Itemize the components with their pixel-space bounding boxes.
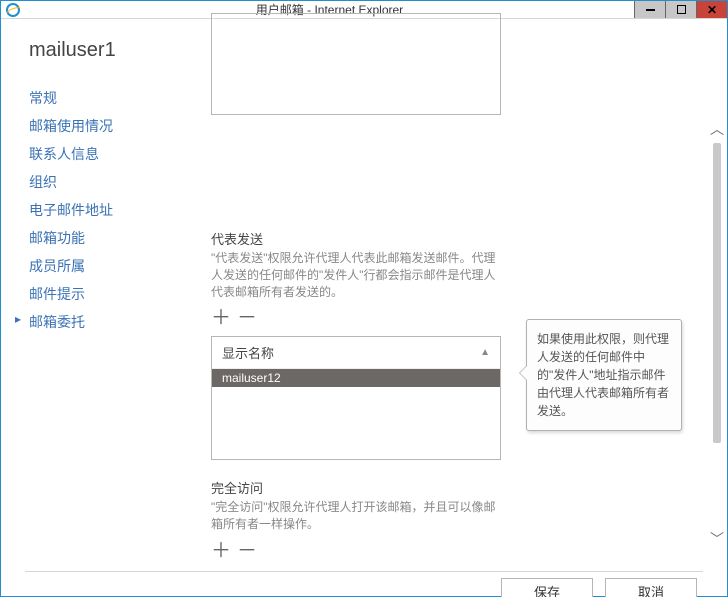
content-pane: 代表发送 "代表发送"权限允许代理人代表此邮箱发送邮件。代理人发送的任何邮件的"…: [201, 19, 727, 571]
nav-email[interactable]: 电子邮件地址: [29, 196, 201, 224]
full-access-remove-button[interactable]: －: [237, 541, 257, 561]
full-access-section: 完全访问 "完全访问"权限允许代理人打开该邮箱，并且可以像邮箱所有者一样操作。 …: [211, 478, 503, 561]
window-controls: ✕: [634, 1, 727, 18]
send-on-behalf-title: 代表发送: [211, 229, 503, 248]
minimize-button[interactable]: [634, 1, 665, 18]
close-button[interactable]: ✕: [696, 1, 727, 18]
scroll-thumb[interactable]: [713, 143, 721, 443]
scrollbar[interactable]: ︿ ﹀: [709, 119, 725, 549]
save-button[interactable]: 保存: [501, 578, 593, 597]
maximize-icon: [677, 5, 686, 14]
app-icon-slot: [1, 1, 25, 18]
full-access-controls: ＋ －: [211, 541, 503, 561]
list-item-selected[interactable]: mailuser12: [212, 369, 500, 387]
nav-org[interactable]: 组织: [29, 168, 201, 196]
nav-mailtips[interactable]: 邮件提示: [29, 280, 201, 308]
send-on-behalf-desc: "代表发送"权限允许代理人代表此邮箱发送邮件。代理人发送的任何邮件的"发件人"行…: [211, 250, 503, 300]
nav-usage[interactable]: 邮箱使用情况: [29, 112, 201, 140]
cancel-button[interactable]: 取消: [605, 578, 697, 597]
minimize-icon: [646, 9, 655, 11]
app-window: 用户邮箱 - Internet Explorer ✕ mailuser1 常规 …: [0, 0, 728, 597]
upper-list-box[interactable]: [211, 13, 501, 115]
list-body[interactable]: mailuser12: [212, 369, 500, 459]
main-area: mailuser1 常规 邮箱使用情况 联系人信息 组织 电子邮件地址 邮箱功能…: [1, 19, 727, 571]
sidebar: mailuser1 常规 邮箱使用情况 联系人信息 组织 电子邮件地址 邮箱功能…: [1, 19, 201, 571]
help-tooltip: 如果使用此权限，则代理人发送的任何邮件中的"发件人"地址指示邮件由代理人代表邮箱…: [526, 319, 682, 431]
footer: 保存 取消: [1, 572, 727, 597]
close-icon: ✕: [707, 4, 717, 16]
full-access-title: 完全访问: [211, 478, 503, 497]
nav-contact[interactable]: 联系人信息: [29, 140, 201, 168]
maximize-button[interactable]: [665, 1, 696, 18]
send-on-behalf-controls: ＋ －: [211, 308, 503, 328]
send-on-behalf-list: 显示名称 ▲ mailuser12: [211, 336, 501, 460]
full-access-add-button[interactable]: ＋: [211, 541, 231, 561]
ie-icon: [6, 3, 20, 17]
list-header-displayname[interactable]: 显示名称 ▲: [212, 337, 500, 369]
client-area: mailuser1 常规 邮箱使用情况 联系人信息 组织 电子邮件地址 邮箱功能…: [1, 19, 727, 597]
remove-button[interactable]: －: [237, 308, 257, 328]
nav-general[interactable]: 常规: [29, 84, 201, 112]
nav-delegation[interactable]: 邮箱委托: [29, 308, 201, 336]
sort-asc-icon: ▲: [480, 347, 490, 358]
list-header-label: 显示名称: [222, 343, 274, 362]
scroll-down-icon[interactable]: ﹀: [710, 529, 724, 549]
scroll-up-icon[interactable]: ︿: [710, 119, 724, 139]
nav-features[interactable]: 邮箱功能: [29, 224, 201, 252]
full-access-desc: "完全访问"权限允许代理人打开该邮箱，并且可以像邮箱所有者一样操作。: [211, 499, 503, 533]
add-button[interactable]: ＋: [211, 308, 231, 328]
send-on-behalf-section: 代表发送 "代表发送"权限允许代理人代表此邮箱发送邮件。代理人发送的任何邮件的"…: [211, 229, 503, 460]
mailbox-name: mailuser1: [29, 39, 201, 62]
nav-memberof[interactable]: 成员所属: [29, 252, 201, 280]
